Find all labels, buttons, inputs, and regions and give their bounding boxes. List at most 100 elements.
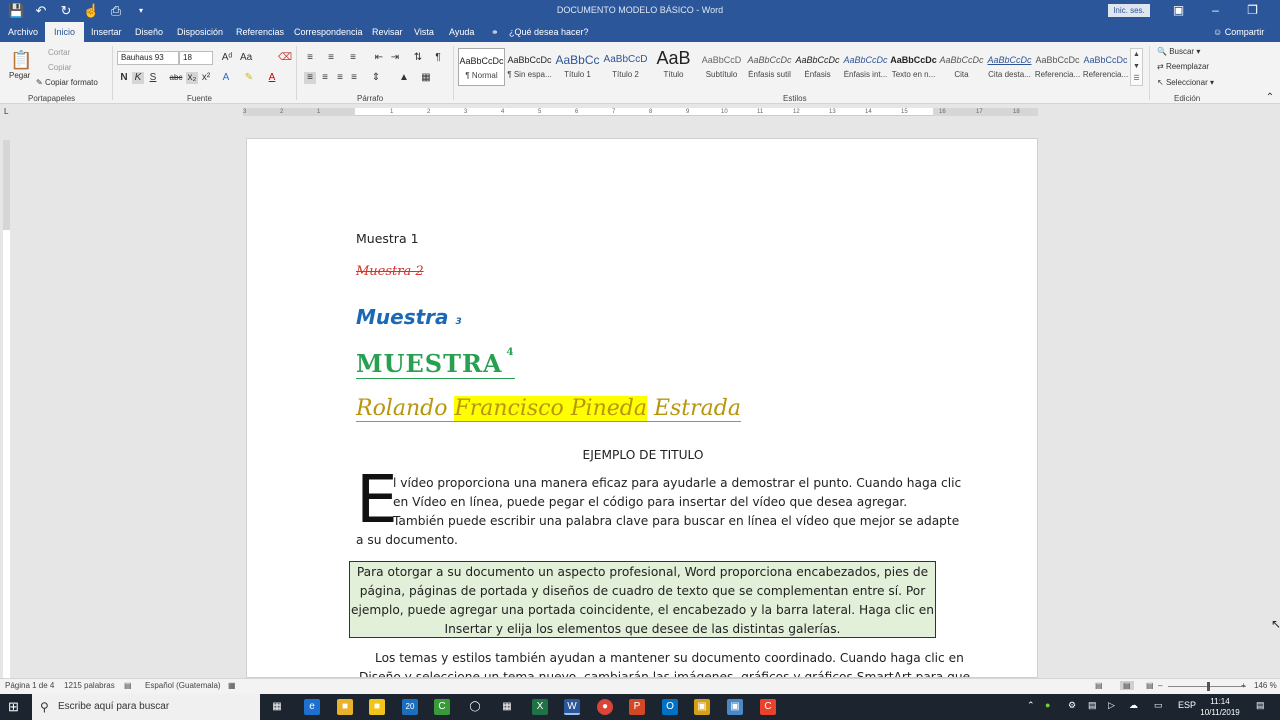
sample-3[interactable]: Muestra 3 <box>356 305 462 329</box>
app-icon[interactable]: ◯ <box>467 699 483 715</box>
font-color-icon[interactable]: A <box>266 72 278 84</box>
bullets-icon[interactable]: ≡ <box>304 52 316 64</box>
text-effects-icon[interactable]: A <box>220 72 232 84</box>
sample-4[interactable]: MUESTRA 4 <box>356 347 515 379</box>
camtasia-icon[interactable]: C <box>434 699 450 715</box>
collapse-ribbon-icon[interactable]: ⌃ <box>1264 92 1276 104</box>
proofing-icon[interactable]: ▤ <box>124 681 132 690</box>
calculator-icon[interactable]: ▦ <box>499 699 515 715</box>
style-intense-reference[interactable]: AaBbCcDc Referencia... <box>1082 48 1129 86</box>
more-icon[interactable]: ☰ <box>1133 75 1139 82</box>
tab-disposicion[interactable]: Disposición <box>177 22 223 42</box>
style-intense-emphasis[interactable]: AaBbCcDc Énfasis int... <box>842 48 889 86</box>
subscript-icon[interactable]: x₂ <box>186 72 198 84</box>
grow-font-icon[interactable]: Aᵈ <box>217 52 237 64</box>
highlight-icon[interactable]: ✎ <box>243 72 255 84</box>
language-status[interactable]: Español (Guatemala) <box>145 681 221 690</box>
taskbar-search[interactable]: ⚲ Escribe aquí para buscar <box>32 694 260 720</box>
style-normal[interactable]: AaBbCcDc ¶ Normal <box>458 48 505 86</box>
camtasia-recorder-icon[interactable]: C <box>760 699 776 715</box>
windows-start-icon[interactable]: ⊞ <box>8 699 19 715</box>
paste-label[interactable]: Pegar <box>9 71 30 80</box>
style-title[interactable]: AaB Título <box>650 48 697 86</box>
tab-revisar[interactable]: Revisar <box>372 22 403 42</box>
style-quote[interactable]: AaBbCcDc Cita <box>938 48 985 86</box>
onedrive-icon[interactable]: ☁ <box>1129 700 1138 711</box>
replace-button[interactable]: ⇄ Reemplazar <box>1157 62 1209 71</box>
tab-vista[interactable]: Vista <box>414 22 434 42</box>
chevron-down-icon[interactable]: ▼ <box>1133 63 1140 70</box>
file-explorer-icon[interactable]: ■ <box>337 699 353 715</box>
font-family-select[interactable]: Bauhaus 93 <box>117 51 179 65</box>
zoom-level[interactable]: 146 % <box>1254 681 1277 690</box>
font-size-select[interactable]: 18 <box>179 51 213 65</box>
clear-format-icon[interactable]: ⌫ <box>278 52 292 64</box>
tab-correspondencia[interactable]: Correspondencia <box>294 22 363 42</box>
author-name[interactable]: Rolando Francisco Pineda Estrada <box>356 396 741 422</box>
sample-1[interactable]: Muestra 1 <box>356 231 419 246</box>
document-page[interactable]: Muestra 1 Muestra 2 Muestra 3 MUESTRA 4 R… <box>246 138 1038 678</box>
copy-button[interactable]: Copiar <box>48 63 72 72</box>
powerpoint-icon[interactable]: P <box>629 699 645 715</box>
vertical-scrollbar[interactable] <box>1268 104 1280 678</box>
bold-button[interactable]: N <box>118 72 130 84</box>
select-button[interactable]: ↖ Seleccionar ▾ <box>1157 78 1214 87</box>
tray-chevron-icon[interactable]: ⌃ <box>1027 700 1035 711</box>
style-subtle-emphasis[interactable]: AaBbCcDc Énfasis sutil <box>746 48 793 86</box>
macro-icon[interactable]: ▦ <box>228 681 236 690</box>
outlook-icon[interactable]: O <box>662 699 678 715</box>
tell-me-search[interactable]: ¿Qué desea hacer? <box>509 22 589 42</box>
maximize-icon[interactable]: ❐ <box>1234 2 1271 18</box>
multilevel-list-icon[interactable]: ≡ <box>347 52 359 64</box>
sticky-notes-icon[interactable]: ■ <box>369 699 385 715</box>
pilcrow-icon[interactable]: ¶ <box>432 52 444 64</box>
zoom-in-icon[interactable]: + <box>1241 681 1246 690</box>
ribbon-display-icon[interactable]: ▣ <box>1160 2 1197 18</box>
underline-button[interactable]: S <box>147 72 159 84</box>
clock[interactable]: 11:14 10/11/2019 <box>1198 696 1242 718</box>
notifications-icon[interactable]: ▤ <box>1256 700 1265 711</box>
minimize-icon[interactable]: – <box>1197 2 1234 18</box>
input-language[interactable]: ESP <box>1178 700 1196 710</box>
photos-icon[interactable]: ▣ <box>694 699 710 715</box>
tab-diseno[interactable]: Diseño <box>135 22 163 42</box>
increase-indent-icon[interactable]: ⇥ <box>389 52 401 64</box>
decrease-indent-icon[interactable]: ⇤ <box>373 52 385 64</box>
word-count[interactable]: 1215 palabras <box>64 681 115 690</box>
excel-icon[interactable]: X <box>532 699 548 715</box>
sign-in-button[interactable]: Inic. ses. <box>1108 4 1150 17</box>
style-subtle-reference[interactable]: AaBbCcDc Referencia... <box>1034 48 1081 86</box>
drop-cap[interactable]: E <box>356 467 398 533</box>
shaded-paragraph[interactable]: Para otorgar a su documento un aspecto p… <box>349 561 936 638</box>
change-case-icon[interactable]: Aa <box>240 52 252 64</box>
web-layout-icon[interactable]: ▤ <box>1146 681 1154 690</box>
style-intense-quote[interactable]: AaBbCcDc Cita desta... <box>986 48 1033 86</box>
tab-insertar[interactable]: Insertar <box>91 22 122 42</box>
align-right-icon[interactable]: ≡ <box>334 72 346 84</box>
format-painter-button[interactable]: ✎ Copiar formato <box>36 78 98 87</box>
strikethrough-button[interactable]: abc <box>168 72 184 84</box>
print-layout-icon[interactable]: ▤ <box>1120 681 1134 690</box>
styles-scroll[interactable]: ▲ ▼ ☰ <box>1130 48 1143 86</box>
align-left-icon[interactable]: ≡ <box>304 72 316 84</box>
tray-app-icon[interactable]: ● <box>1045 700 1050 710</box>
settings-icon[interactable]: ⚙ <box>1068 700 1076 711</box>
tab-inicio[interactable]: Inicio <box>45 22 85 42</box>
task-view-icon[interactable]: ▦ <box>269 699 285 715</box>
calendar-icon[interactable]: 20 <box>402 699 418 715</box>
superscript-icon[interactable]: x² <box>200 72 212 84</box>
find-button[interactable]: 🔍 Buscar ▾ <box>1157 47 1200 56</box>
style-emphasis[interactable]: AaBbCcDc Énfasis <box>794 48 841 86</box>
sample-2[interactable]: Muestra 2 <box>356 264 424 279</box>
word-icon[interactable]: W <box>564 699 580 715</box>
horizontal-ruler[interactable]: 3 2 1 1 2 3 4 5 6 7 8 9 10 11 12 13 14 1… <box>243 108 1038 116</box>
edge-icon[interactable]: e <box>304 699 320 715</box>
style-strong[interactable]: AaBbCcDc Texto en n... <box>890 48 937 86</box>
volume-icon[interactable]: ▷ <box>1108 700 1115 711</box>
cut-button[interactable]: Cortar <box>48 48 70 57</box>
paste-icon[interactable]: 📋 <box>10 50 32 70</box>
tab-archivo[interactable]: Archivo <box>8 22 38 42</box>
style-subtitle[interactable]: AaBbCcD Subtítulo <box>698 48 745 86</box>
italic-button[interactable]: K <box>132 72 144 84</box>
network-icon[interactable]: ▤ <box>1088 700 1097 711</box>
